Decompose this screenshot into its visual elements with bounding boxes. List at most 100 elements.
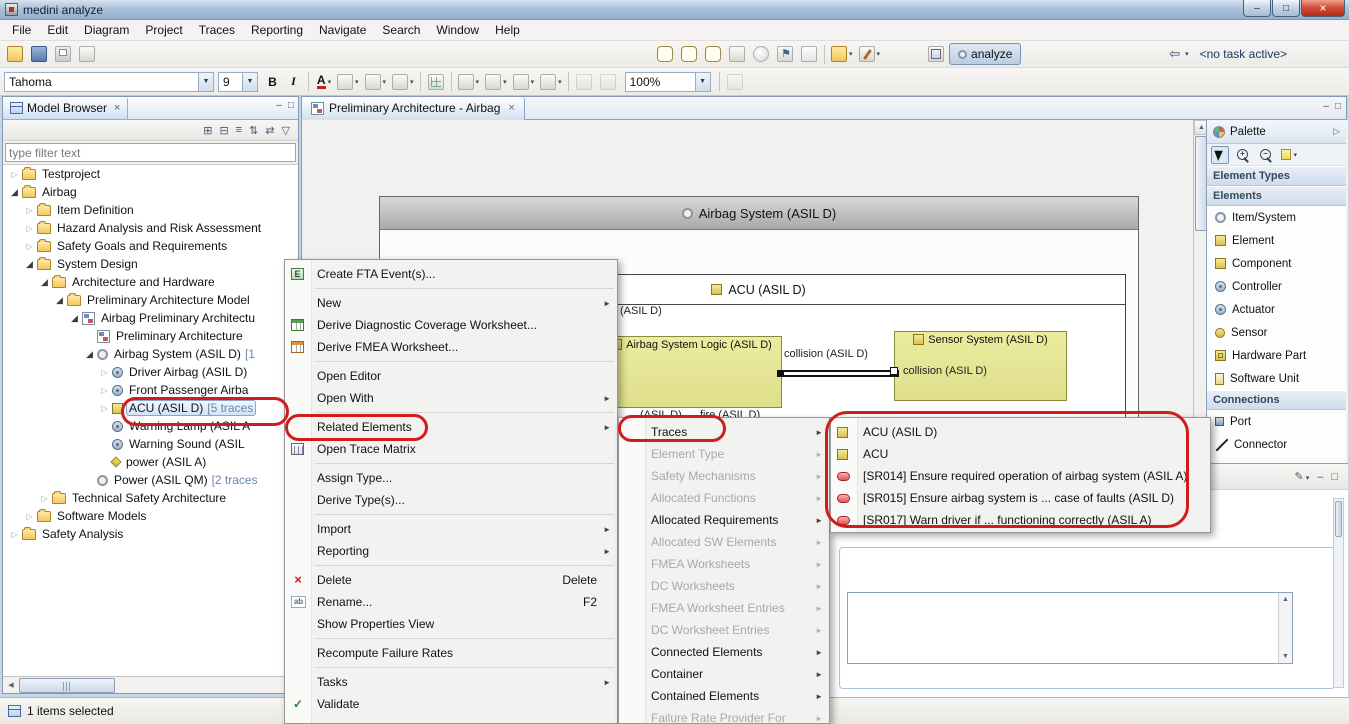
tree-item-preliminary-architecture-model[interactable]: ◢Preliminary Architecture Model (3, 291, 298, 309)
airbag-system-header[interactable]: Airbag System (ASIL D) (380, 197, 1138, 230)
zoom-out-button[interactable] (1257, 146, 1275, 164)
context-menu-reporting[interactable]: Reporting► (285, 540, 617, 562)
view-minimize-icon[interactable]: ‒ (1317, 471, 1323, 483)
window-titlebar[interactable]: medini analyze ‒ □ × (0, 0, 1349, 20)
tree-collapsed-arrow-icon[interactable]: ▷ (23, 512, 36, 521)
paste-button[interactable] (726, 43, 748, 65)
properties-text-field[interactable]: ▲ ▼ (847, 592, 1293, 664)
palette-item-component[interactable]: Component (1207, 252, 1346, 275)
scroll-down-icon[interactable]: ▼ (1279, 650, 1292, 663)
fit-page-button[interactable] (724, 71, 746, 93)
tree-expanded-arrow-icon[interactable]: ◢ (38, 277, 51, 288)
trace-item-sr015-ensure-airbag-system-is-case-of-faults-asil-d[interactable]: [SR015] Ensure airbag system is ... case… (831, 487, 1210, 509)
back-arrow-icon[interactable]: ⇦ (1169, 46, 1180, 62)
model-browser-tab[interactable]: Model Browser × (3, 97, 128, 119)
comments-button[interactable] (702, 43, 724, 65)
open-folder-button[interactable]: ▾ (829, 43, 855, 65)
fill-color-button[interactable]: ▾ (335, 71, 361, 93)
palette-item-connector[interactable]: Connector (1207, 433, 1346, 456)
tree-item-acu-asil-d[interactable]: ▷ACU (ASIL D)[5 traces (3, 399, 298, 417)
tree-item-warning-lamp-asil-a[interactable]: Warning Lamp (ASIL A (3, 417, 298, 435)
sensor-port-icon[interactable] (890, 367, 898, 375)
collision-connector[interactable] (782, 370, 894, 377)
palette-item-port[interactable]: Port (1207, 410, 1346, 433)
close-button[interactable]: × (1301, 0, 1345, 17)
export-button[interactable] (76, 43, 98, 65)
tree-item-airbag[interactable]: ◢Airbag (3, 183, 298, 201)
tree-expanded-arrow-icon[interactable]: ◢ (53, 295, 66, 306)
small-grid-button[interactable]: ▾ (538, 71, 564, 93)
snap-button[interactable]: ▾ (456, 71, 482, 93)
context-menu-derive-diagnostic-coverage-worksheet[interactable]: Derive Diagnostic Coverage Worksheet... (285, 314, 617, 336)
tree-horizontal-scrollbar[interactable]: ◀ ▶ (3, 676, 298, 693)
palette-item-sensor[interactable]: Sensor (1207, 321, 1346, 344)
palette-group-connections[interactable]: Connections (1207, 390, 1346, 410)
tree-collapsed-arrow-icon[interactable]: ▷ (8, 170, 21, 179)
combo-arrow-icon[interactable]: ▼ (695, 73, 710, 91)
scrollbar-thumb[interactable] (1335, 501, 1342, 537)
trace-item-acu-asil-d[interactable]: ACU (ASIL D) (831, 421, 1210, 443)
tree-item-airbag-preliminary-architectu[interactable]: ◢Airbag Preliminary Architectu (3, 309, 298, 327)
save-button[interactable] (28, 43, 50, 65)
line-color-button[interactable]: ▾ (363, 71, 389, 93)
bookmark-button[interactable] (774, 43, 796, 65)
tree-item-technical-safety-architecture[interactable]: ▷Technical Safety Architecture (3, 489, 298, 507)
tree-item-power-asil-qm[interactable]: Power (ASIL QM)[2 traces (3, 471, 298, 489)
properties-scrollbar[interactable] (1333, 498, 1344, 688)
font-size-combo[interactable]: 9 ▼ (218, 72, 258, 92)
menubar-diagram[interactable]: Diagram (76, 21, 137, 39)
tree-item-safety-goals-and-requirements[interactable]: ▷Safety Goals and Requirements (3, 237, 298, 255)
scrollbar-thumb[interactable] (19, 678, 115, 693)
expand-all-icon[interactable]: ⊞ (203, 124, 212, 137)
context-menu-create-fta-event-s[interactable]: Create FTA Event(s)... (285, 263, 617, 285)
comment-button[interactable] (654, 43, 676, 65)
context-menu-new[interactable]: New► (285, 292, 617, 314)
related-elements-traces[interactable]: Traces► (619, 421, 829, 443)
tree-collapsed-arrow-icon[interactable]: ▷ (23, 224, 36, 233)
palette-item-item-system[interactable]: Item/System (1207, 206, 1346, 229)
related-elements-container[interactable]: Container► (619, 663, 829, 685)
context-menu-assign-type[interactable]: Assign Type... (285, 467, 617, 489)
tree-expanded-arrow-icon[interactable]: ◢ (23, 259, 36, 270)
scroll-up-icon[interactable]: ▲ (1279, 593, 1292, 606)
context-menu-related-elements[interactable]: Related Elements► (285, 416, 617, 438)
arrow-style-button[interactable]: ▾ (390, 71, 416, 93)
related-elements-contained-elements[interactable]: Contained Elements► (619, 685, 829, 707)
palette-item-hardware-part[interactable]: Hardware Part (1207, 344, 1346, 367)
tree-item-item-definition[interactable]: ▷Item Definition (3, 201, 298, 219)
palette-item-element[interactable]: Element (1207, 229, 1346, 252)
link-editor-icon[interactable]: ⇄ (265, 124, 274, 137)
tree-collapsed-arrow-icon[interactable]: ▷ (98, 404, 111, 413)
view-maximize-icon[interactable]: □ (288, 100, 294, 111)
menubar-edit[interactable]: Edit (39, 21, 76, 39)
tree-expanded-arrow-icon[interactable]: ◢ (8, 187, 21, 198)
tree-item-software-models[interactable]: ▷Software Models (3, 507, 298, 525)
palette-group-elements[interactable]: Elements (1207, 186, 1346, 206)
tree-item-testproject[interactable]: ▷Testproject (3, 165, 298, 183)
menubar-navigate[interactable]: Navigate (311, 21, 374, 39)
align-button[interactable]: ▾ (511, 71, 537, 93)
select-cursor-button[interactable] (1211, 146, 1229, 164)
bold-button[interactable]: B (262, 71, 283, 92)
view-maximize-icon[interactable]: □ (1331, 471, 1338, 483)
zoom-in-button[interactable] (1234, 146, 1252, 164)
menubar-project[interactable]: Project (137, 21, 190, 39)
perspective-icon[interactable] (928, 46, 944, 62)
airbag-system-logic-block[interactable]: Airbag System Logic (ASIL D) (601, 336, 782, 408)
tree-collapsed-arrow-icon[interactable]: ▷ (38, 494, 51, 503)
font-color-button[interactable]: A▾ (313, 71, 335, 93)
filter-input[interactable] (5, 143, 296, 162)
collapse-all-icon[interactable]: ⊟ (219, 124, 228, 137)
context-menu-recompute-failure-rates[interactable]: Recompute Failure Rates (285, 642, 617, 664)
tree-item-driver-airbag-asil-d[interactable]: ▷Driver Airbag (ASIL D) (3, 363, 298, 381)
trace-item-acu[interactable]: ACU (831, 443, 1210, 465)
table-button[interactable] (425, 71, 447, 93)
maximize-button[interactable]: □ (1272, 0, 1300, 17)
combo-arrow-icon[interactable]: ▼ (242, 73, 257, 91)
tree-expanded-arrow-icon[interactable]: ◢ (68, 313, 81, 324)
view-menu-icon[interactable]: ▽ (282, 124, 290, 137)
route-button[interactable] (573, 71, 595, 93)
palette-item-controller[interactable]: Controller (1207, 275, 1346, 298)
combo-arrow-icon[interactable]: ▼ (198, 73, 213, 91)
reroute-button[interactable] (597, 71, 619, 93)
